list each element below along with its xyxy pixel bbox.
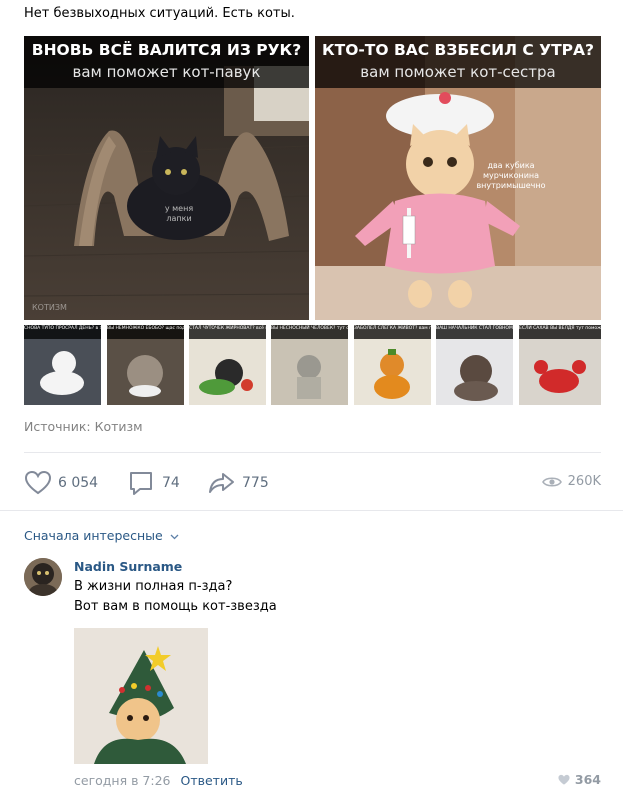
thumbnail-caption: ВЫ НЕМНОЖКО ЕБОБО? щас поднидет кот в жа… — [107, 325, 184, 339]
like-button[interactable]: 6 054 — [24, 470, 98, 496]
chevron-down-icon — [170, 528, 179, 543]
comment-text: В жизни полная п-зда? Вот вам в помощь к… — [74, 577, 277, 617]
comment-like-button[interactable]: 364 — [557, 772, 601, 787]
thumbnail-caption: ЕСЛИ САХАВ ВЫ ВЕЛДЯ тут поможет кот-лобс… — [519, 325, 601, 339]
avatar[interactable] — [24, 558, 62, 596]
caption-line2: вам поможет кот-павук — [72, 63, 261, 81]
svg-text:у меня: у меня — [165, 204, 193, 213]
heart-icon — [557, 774, 571, 786]
comments-sort-dropdown[interactable]: Сначала интересные — [24, 528, 179, 543]
thumbnail-salad-cat[interactable]: СТАЛ ЧУТОЧЕК ЖИРНОВАТ? всё исправит кот-… — [189, 325, 266, 405]
comment-count: 74 — [162, 475, 180, 491]
thumbnail-seal-cat[interactable]: СНОВА ТУПО ПРОСРАЛ ДЕНЬ? в этом ищет кот… — [24, 325, 101, 405]
caption-line1: ВНОВЬ ВСЁ ВАЛИТСЯ ИЗ РУК? — [31, 41, 302, 59]
svg-text:внутримышечно: внутримышечно — [476, 181, 545, 190]
svg-text:мурчиконина: мурчиконина — [483, 171, 539, 180]
photo-cat-nurse[interactable]: два кубика мурчиконина внутримышечно КТО… — [315, 36, 601, 320]
source-link[interactable]: Источник: Котизм — [24, 419, 143, 434]
heart-icon — [24, 470, 52, 496]
thumbnail-caption: ВЫ НЕСНОСНЫЙ ЧЕЛОВЕК? тут спасёт лишь ко… — [271, 325, 348, 339]
thumbnail-pumpkin-cat[interactable]: ЗАБОЛЕЛ СЛЕГКА ЖИВОТ? вам поможет тыквок… — [354, 325, 431, 405]
comment-line2: Вот вам в помощь кот-звезда — [74, 599, 277, 614]
thumbnail-caption: СНОВА ТУПО ПРОСРАЛ ДЕНЬ? в этом ищет кот… — [24, 325, 101, 339]
photo-cat-spider[interactable]: у меня лапки ВНОВЬ ВСЁ ВАЛИТСЯ ИЗ РУК? в… — [24, 36, 309, 320]
share-button[interactable]: 775 — [208, 470, 269, 496]
svg-text:лапки: лапки — [166, 214, 191, 223]
thumbnail-jabot-cat[interactable]: ВЫ НЕМНОЖКО ЕБОБО? щас поднидет кот в жа… — [107, 325, 184, 405]
views-count: 260K — [567, 474, 601, 489]
share-count: 775 — [242, 475, 269, 491]
comment-line1: В жизни полная п-зда? — [74, 579, 233, 594]
thumbnail-lobster-cat[interactable]: ЕСЛИ САХАВ ВЫ ВЕЛДЯ тут поможет кот-лобс… — [519, 325, 601, 405]
comment-like-count: 364 — [574, 772, 601, 787]
comment-icon — [128, 470, 156, 496]
comment-button[interactable]: 74 — [128, 470, 180, 496]
thumbnail-aztec-cat[interactable]: ВЫ НЕСНОСНЫЙ ЧЕЛОВЕК? тут спасёт лишь ко… — [271, 325, 348, 405]
share-icon — [208, 470, 236, 496]
divider — [24, 452, 601, 453]
reply-link[interactable]: Ответить — [180, 773, 242, 788]
comment-author[interactable]: Nadin Surname — [74, 559, 182, 574]
caption-line1: КТО-ТО ВАС ВЗБЕСИЛ С УТРА? — [321, 41, 595, 59]
caption-line2: вам поможет кот-сестра — [360, 63, 556, 81]
comment-attached-photo[interactable] — [74, 628, 208, 764]
photo-caption: КТО-ТО ВАС ВЗБЕСИЛ С УТРА? вам поможет к… — [315, 36, 601, 88]
cat-star-illustration — [74, 628, 208, 764]
thumbnail-caption: ЗАБОЛЕЛ СЛЕГКА ЖИВОТ? вам поможет тыквок… — [354, 325, 431, 339]
thumbnail-boss-cat[interactable]: ВАШ НАЧАЛЬНИК СТАЛ ГОВНОМ? вам поможет к… — [436, 325, 513, 405]
eye-icon — [541, 475, 562, 489]
thumbnail-strip: СНОВА ТУПО ПРОСРАЛ ДЕНЬ? в этом ищет кот… — [24, 325, 601, 405]
views-counter: 260K — [541, 474, 601, 489]
like-count: 6 054 — [58, 475, 99, 491]
watermark: КОТИЗМ — [32, 303, 67, 312]
thumbnail-caption: СТАЛ ЧУТОЧЕК ЖИРНОВАТ? всё исправит кот-… — [189, 325, 266, 339]
photo-caption: ВНОВЬ ВСЁ ВАЛИТСЯ ИЗ РУК? вам поможет ко… — [24, 36, 309, 88]
thumbnail-caption: ВАШ НАЧАЛЬНИК СТАЛ ГОВНОМ? вам поможет к… — [436, 325, 513, 339]
post-text: Нет безвыходных ситуаций. Есть коты. — [24, 6, 295, 21]
svg-text:два кубика: два кубика — [487, 161, 534, 170]
sort-label: Сначала интересные — [24, 528, 163, 543]
comment-time[interactable]: сегодня в 7:26 — [74, 773, 171, 788]
divider — [0, 510, 623, 511]
comment-meta: сегодня в 7:26 Ответить — [74, 773, 243, 788]
